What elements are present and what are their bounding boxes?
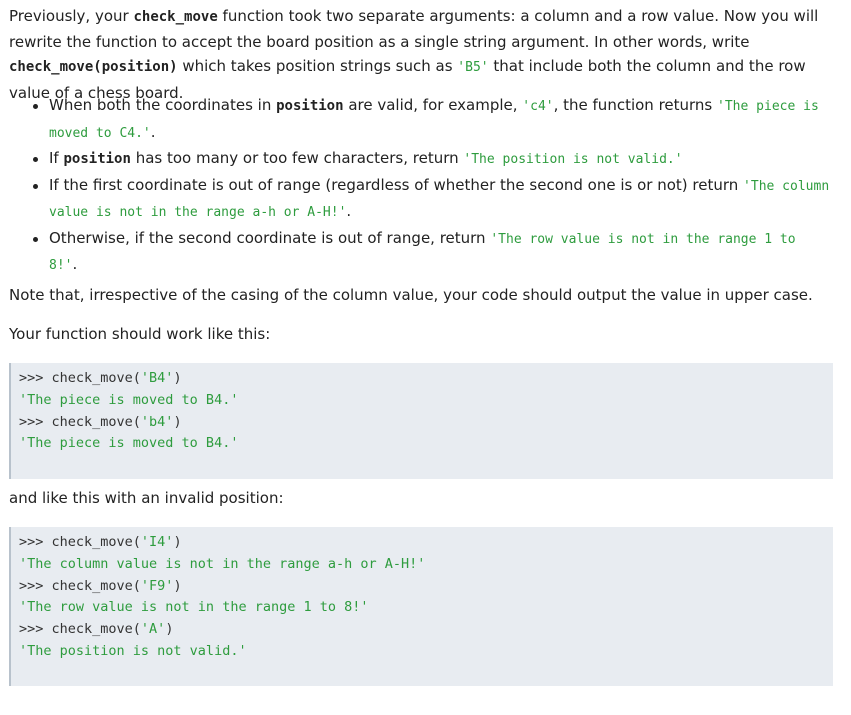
code-prompt-line: >>> check_move('F9') (19, 577, 182, 594)
rule-text: . (150, 122, 156, 141)
intro-text-3: which takes position strings such as (177, 57, 458, 75)
rule-item-row: Otherwise, if the second coordinate is o… (0, 226, 830, 279)
intro-paragraph: Previously, your check_move function too… (9, 4, 839, 105)
bullet-dot (33, 104, 38, 109)
bullet-dot (33, 183, 38, 189)
intro-code-signature: check_move(position) (9, 59, 178, 75)
rule-text: Otherwise, if the second coordinate is o… (49, 228, 491, 247)
bullet-dot (33, 236, 38, 242)
rule-code-message: 'The position is not valid.' (463, 152, 683, 167)
code-block-valid-examples: >>> check_move('B4') 'The piece is moved… (9, 363, 833, 479)
code-output-line: 'The row value is not in the range 1 to … (19, 599, 369, 616)
code-output-line: 'The column value is not in the range a-… (19, 555, 426, 572)
rule-code-position: position (63, 151, 131, 167)
invalid-intro-paragraph: and like this with an invalid position: (9, 489, 284, 507)
code-output-line: 'The position is not valid.' (19, 642, 247, 659)
example-intro-paragraph: Your function should work like this: (9, 325, 271, 343)
document-page: Previously, your check_move function too… (0, 0, 851, 715)
rule-item-length: If position has too many or too few char… (0, 146, 830, 173)
code-output-line: 'The piece is moved to B4.' (19, 391, 239, 408)
intro-code-example: 'B5' (457, 60, 489, 75)
rule-item-column: If the first coordinate is out of range … (0, 173, 830, 226)
rule-text: If (49, 149, 64, 167)
rule-code-example: 'c4' (522, 99, 554, 114)
rule-text: has too many or too few characters, retu… (130, 149, 464, 167)
rule-code-position: position (276, 98, 344, 114)
rule-text: . (72, 255, 78, 273)
rule-text: , the function returns (553, 96, 718, 114)
code-block-invalid-examples: >>> check_move('I4') 'The column value i… (9, 527, 833, 686)
code-prompt-line: >>> check_move('b4') (19, 413, 182, 430)
intro-code-function: check_move (133, 9, 218, 25)
code-prompt-line: >>> check_move('I4') (19, 534, 182, 550)
rule-text: are valid, for example, (343, 96, 523, 114)
bullet-dot (33, 157, 38, 162)
note-paragraph: Note that, irrespective of the casing of… (9, 286, 813, 304)
rules-list: When both the coordinates in position ar… (0, 93, 830, 279)
intro-text-1: Previously, your (9, 7, 134, 25)
code-prompt-line: >>> check_move('B4') (19, 370, 182, 386)
rule-text: If the first coordinate is out of range … (49, 175, 744, 194)
rule-text: When both the coordinates in (49, 96, 277, 114)
code-output-line: 'The piece is moved to B4.' (19, 435, 239, 452)
rule-text: . (346, 202, 352, 220)
code-prompt-line: >>> check_move('A') (19, 621, 174, 638)
rule-item-valid: When both the coordinates in position ar… (0, 93, 830, 146)
